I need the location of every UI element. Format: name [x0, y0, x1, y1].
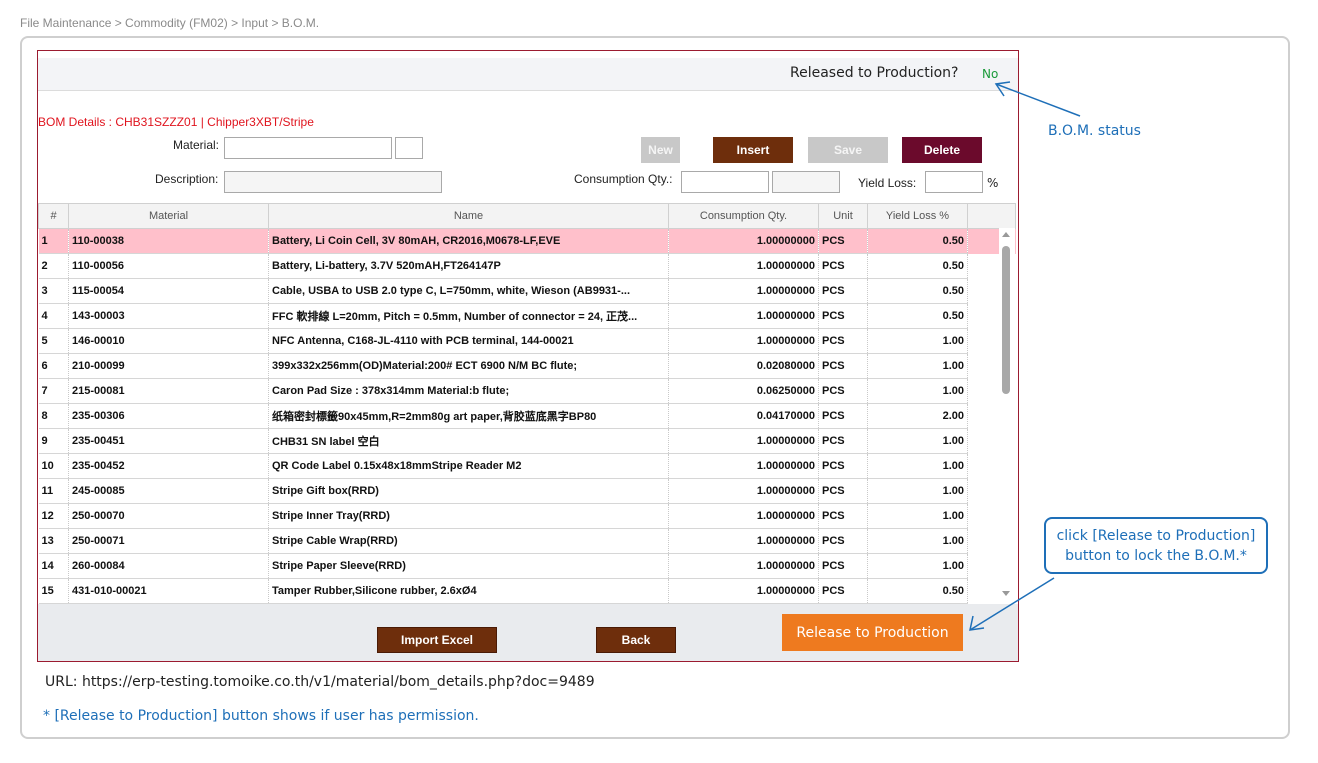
bom-status-note: B.O.M. status [1048, 123, 1141, 139]
annotation-arrows [969, 81, 1081, 631]
callout-line-1: click [Release to Production] [1056, 528, 1256, 544]
permission-note: * [Release to Production] button shows i… [43, 708, 479, 724]
url-note: URL: https://erp-testing.tomoike.co.th/v… [45, 674, 595, 690]
release-arrow-line [969, 577, 1055, 631]
callout-line-2: button to lock the B.O.M.* [1065, 548, 1247, 564]
status-arrow-line [995, 83, 1081, 117]
release-callout: click [Release to Production] button to … [1044, 517, 1268, 574]
